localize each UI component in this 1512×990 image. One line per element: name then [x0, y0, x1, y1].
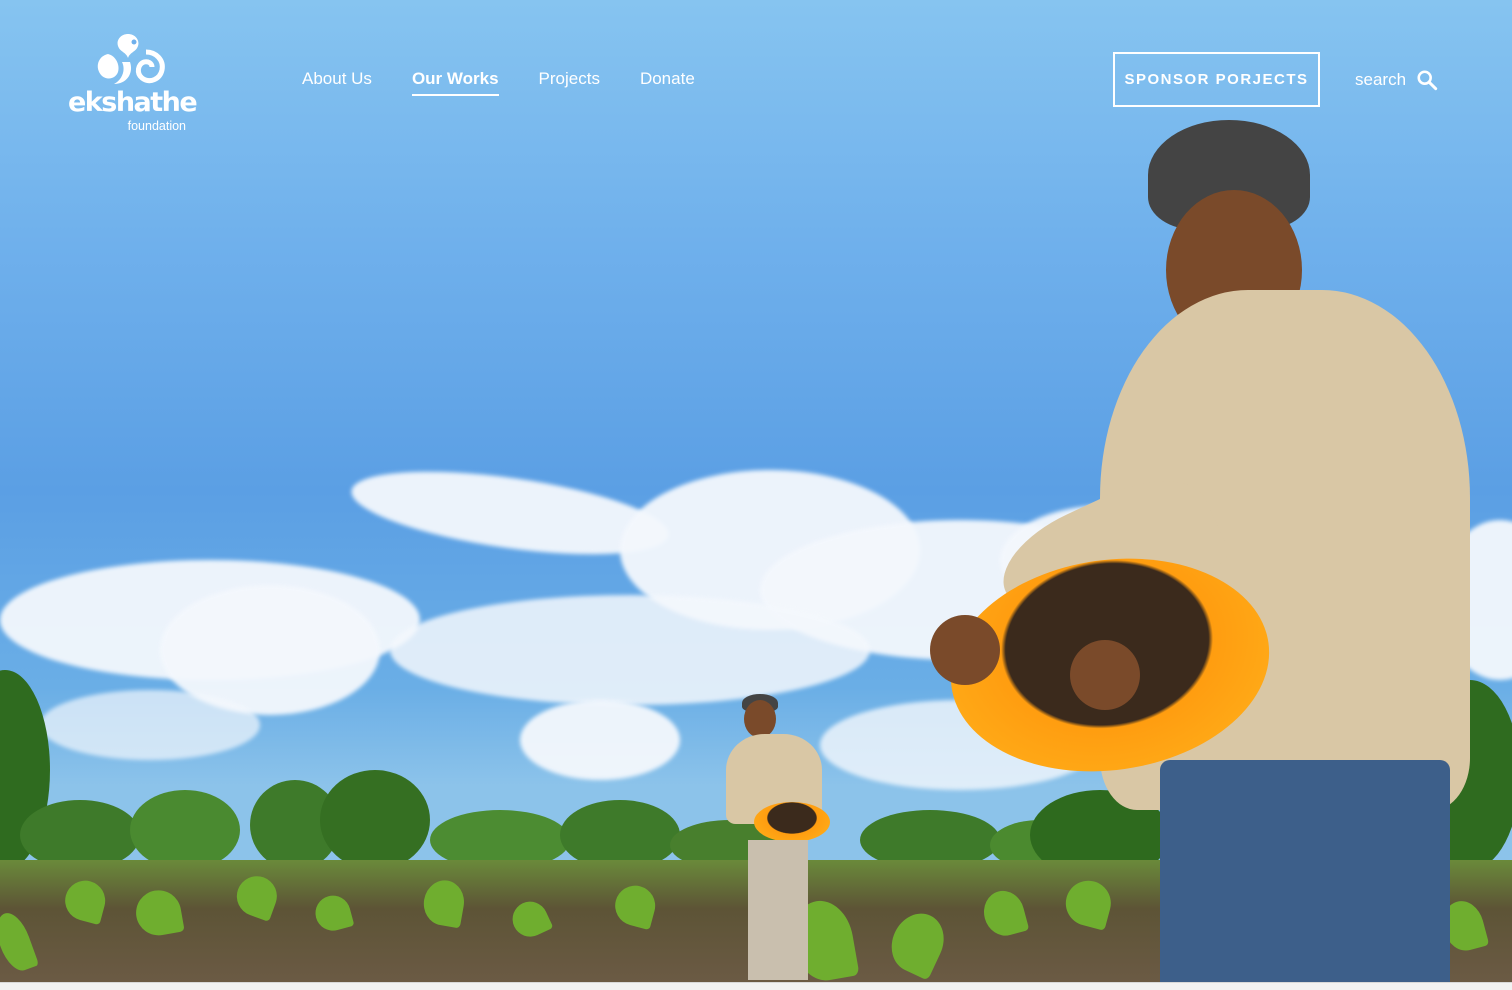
search-label: search	[1355, 70, 1407, 89]
sponsor-projects-button[interactable]: SPONSOR PORJECTS	[1113, 52, 1320, 107]
brand-logo[interactable]: ekshathe foundation	[68, 30, 198, 136]
cloud	[390, 595, 870, 705]
cloud	[520, 700, 680, 780]
search-icon	[1417, 70, 1438, 91]
brand-name: ekshathe	[68, 87, 198, 118]
page-divider	[0, 982, 1512, 990]
farmer-background	[720, 690, 840, 982]
nav-item-our-works[interactable]: Our Works	[411, 66, 499, 96]
cloud	[40, 690, 260, 760]
hero-image	[0, 0, 1512, 982]
farmer-foreground	[930, 120, 1470, 982]
logo-icon	[97, 34, 165, 84]
brand-sub: foundation	[127, 119, 186, 133]
nav-item-about-us[interactable]: About Us	[302, 66, 372, 96]
nav-item-donate[interactable]: Donate	[640, 66, 695, 96]
search-trigger[interactable]: search	[1355, 66, 1438, 94]
nav-item-projects[interactable]: Projects	[539, 66, 600, 96]
main-nav: About Us Our Works Projects Donate	[302, 66, 695, 96]
